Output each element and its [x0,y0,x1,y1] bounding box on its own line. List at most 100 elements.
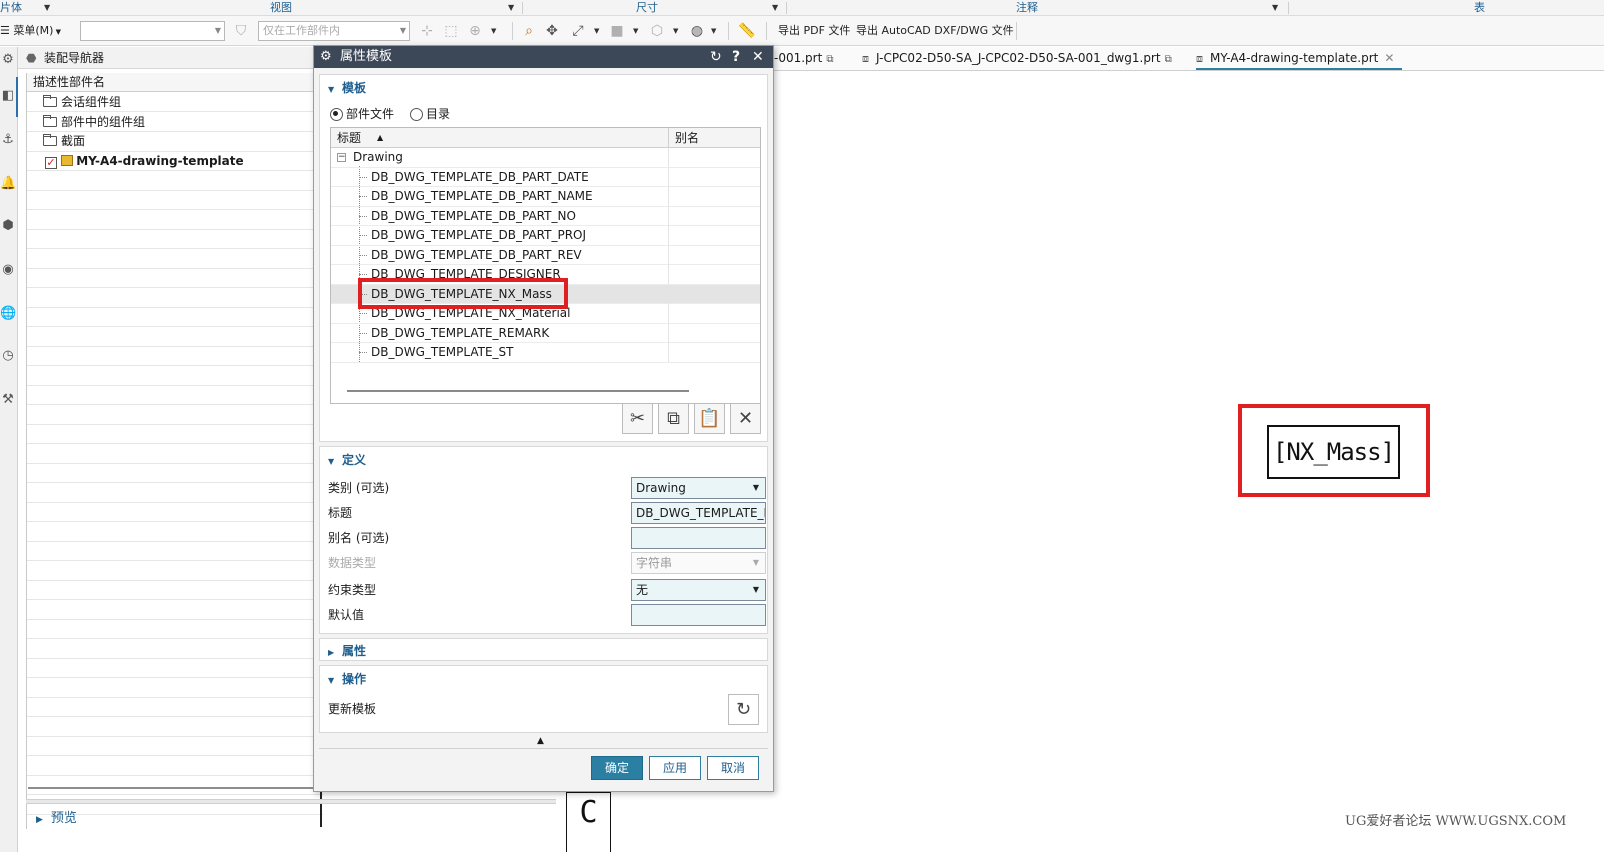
folder-icon [43,114,57,127]
help-icon[interactable]: ? [732,46,740,68]
ribbon-group-view[interactable]: 视图 ▼ [270,0,514,16]
menu-button[interactable]: ☰ 菜单(M) ▼ [0,20,66,42]
tree-item-session-groups[interactable]: 会话组件组 [43,93,121,112]
radio-directory[interactable]: 目录 [410,106,450,122]
constraint-select[interactable]: 无 ▼ [631,579,766,601]
chevron-right-icon: ▶ [36,815,43,825]
checkbox-checked-icon[interactable]: ✓ [45,156,57,169]
ribbon-group-dimension[interactable]: 尺寸 ▼ [636,0,778,16]
fit-icon[interactable]: ⤢ [569,22,587,40]
roles-icon[interactable]: ⚒ [0,391,16,409]
horizontal-scrollbar[interactable] [28,787,314,789]
alias-input[interactable] [631,527,766,549]
tree-item-sections[interactable]: 截面 [43,132,85,151]
collapse-icon: ▼ [328,85,335,94]
chevron-down-icon[interactable]: ▼ [673,22,678,40]
export-dwg-button[interactable]: 导出 AutoCAD DXF/DWG 文件 [856,20,1014,42]
cube-icon[interactable]: ⬡ [648,22,666,40]
layer-icon[interactable]: ◍ [688,22,706,40]
reuse-library-icon[interactable]: ◉ [0,261,16,279]
template-row[interactable]: DB_DWG_TEMPLATE_DB_PART_NO [331,206,760,226]
apply-button[interactable]: 应用 [649,756,701,780]
filter-icon[interactable]: ⛉ [232,22,250,40]
pan-icon[interactable]: ✥ [543,22,561,40]
gear-icon[interactable]: ⚙ [0,51,16,69]
splitter[interactable] [26,799,556,804]
dialog-title-bar[interactable]: ⚙ 属性模板 ↻ ? ✕ [314,46,773,68]
column-header-title[interactable]: 标题 [337,128,361,148]
update-template-button[interactable]: ↻ [728,694,759,725]
section-header-attributes[interactable]: ▶ 属性 [328,642,366,659]
ribbon-group-annotation[interactable]: 注释 ▼ [1016,0,1278,16]
point-icon[interactable]: ⊕ [466,22,484,40]
chevron-down-icon[interactable]: ▼ [633,22,638,40]
assembly-navigator-icon[interactable]: ◧ [0,87,16,105]
tree-connector [359,352,367,353]
measure-icon[interactable]: 📏 [738,22,756,40]
history-icon[interactable]: ◷ [0,347,16,365]
part-navigator-icon[interactable]: ⬢ [0,217,16,235]
row-divider [27,443,323,444]
section-header-definition[interactable]: ▼ 定义 [328,451,366,468]
chevron-down-icon[interactable]: ▼ [594,22,599,40]
template-row[interactable]: DB_DWG_TEMPLATE_DB_PART_NAME [331,187,760,207]
chevron-down-icon: ▼ [508,3,515,12]
delete-button[interactable]: ✕ [730,403,761,434]
ok-button[interactable]: 确定 [591,756,643,780]
tree-connector [359,332,367,334]
template-row[interactable]: DB_DWG_TEMPLATE_DB_PART_REV [331,245,760,265]
shading-icon[interactable]: ■ [608,22,626,40]
title-input[interactable]: DB_DWG_TEMPLATE_N [631,502,766,524]
select-box-icon[interactable]: ⬚ [442,22,460,40]
template-row-label: DB_DWG_TEMPLATE_REMARK [371,325,550,340]
template-row[interactable]: DB_DWG_TEMPLATE_DB_PART_DATE [331,167,760,187]
chevron-down-icon[interactable]: ▼ [711,22,716,40]
snap-icon[interactable]: ⊹ [418,22,436,40]
constraint-navigator-icon[interactable]: ⚓ [0,131,16,149]
template-row[interactable]: DB_DWG_TEMPLATE_DB_PART_PROJ [331,226,760,246]
section-header-operations[interactable]: ▼ 操作 [328,670,366,687]
preview-panel-toggle[interactable]: ▶ 预览 [26,807,556,831]
bell-icon[interactable]: 🔔 [0,175,16,193]
sort-ascending-icon[interactable]: ▲ [377,128,383,148]
web-browser-icon[interactable]: 🌐 [0,305,16,323]
tab-part-001[interactable]: -001.prt ⧉ [774,47,833,70]
preview-label: 预览 [50,811,77,826]
column-header-alias[interactable]: 别名 [675,128,699,148]
cell-divider [668,323,669,343]
collapse-node-icon[interactable]: − [337,153,346,162]
template-tree-root[interactable]: − Drawing [331,148,760,168]
reset-icon[interactable]: ↻ [710,46,722,68]
default-value-input[interactable] [631,604,766,626]
category-select[interactable]: Drawing ▼ [631,477,766,499]
cell-divider [668,167,669,187]
more-options-toggle[interactable]: ▲ [537,736,544,746]
tab-dwg1[interactable]: ⧈ J-CPC02-D50-SA_J-CPC02-D50-SA-001_dwg1.… [862,47,1172,70]
ribbon-group-table[interactable]: 表 [1474,0,1485,16]
template-row[interactable]: DB_DWG_TEMPLATE_ST [331,343,760,363]
close-icon[interactable]: ✕ [752,46,764,68]
cut-button[interactable]: ✂ [622,403,653,434]
zoom-icon[interactable]: ⌕ [520,22,538,40]
horizontal-scrollbar[interactable] [347,390,689,392]
section-header-template[interactable]: ▼ 模板 [328,79,366,96]
collapse-icon: ▼ [328,457,335,466]
row-divider [27,541,323,542]
chevron-down-icon[interactable]: ▼ [491,22,496,40]
toolbar-divider [512,22,513,40]
copy-button[interactable]: ⧉ [658,403,689,434]
ribbon-group-sheet[interactable]: 片体 ▼ [0,0,50,16]
column-header-part-name[interactable]: 描述性部件名 [27,73,323,92]
cancel-button[interactable]: 取消 [707,756,759,780]
template-row[interactable]: DB_DWG_TEMPLATE_REMARK [331,323,760,343]
paste-button[interactable]: 📋 [694,403,725,434]
close-icon[interactable]: ✕ [1384,51,1394,65]
chevron-down-icon: ▼ [53,28,62,36]
radio-part-file[interactable]: 部件文件 [330,106,394,122]
tab-a4-template[interactable]: ⧈ MY-A4-drawing-template.prt ✕ [1196,47,1403,70]
tree-item-root-part[interactable]: ✓ MY-A4-drawing-template [45,152,244,171]
export-pdf-button[interactable]: 导出 PDF 文件 [778,20,850,42]
selection-filter-combo[interactable]: ▼ [80,21,225,41]
scope-combo[interactable]: 仅在工作部件内 ▼ [258,21,410,41]
tree-item-part-groups[interactable]: 部件中的组件组 [43,113,145,132]
